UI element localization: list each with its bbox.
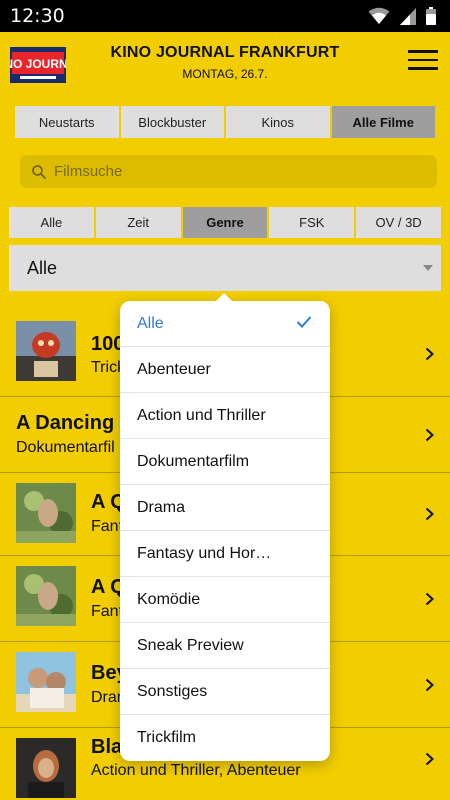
filter-tab-genre[interactable]: Genre (182, 207, 268, 238)
search-icon (32, 164, 46, 179)
option-label: Drama (137, 498, 186, 516)
filter-tabs: Alle Zeit Genre FSK OV / 3D (9, 207, 441, 238)
option-label: Fantasy und Hor… (137, 544, 272, 562)
tab-kinos[interactable]: Kinos (226, 106, 330, 138)
filter-tab-zeit[interactable]: Zeit (95, 207, 181, 238)
genre-option-dokumentarfilm[interactable]: Dokumentarfilm (120, 439, 330, 485)
page-title: KINO JOURNAL FRANKFURT (110, 44, 340, 61)
battery-icon (426, 7, 436, 25)
genre-option-komoedie[interactable]: Komödie (120, 577, 330, 623)
status-time: 12:30 (10, 5, 65, 27)
genre-option-action-und-thriller[interactable]: Action und Thriller (120, 393, 330, 439)
movie-genre: Action und Thriller, Abenteuer (91, 762, 301, 779)
movie-poster (16, 652, 76, 712)
chevron-right-icon (425, 678, 434, 692)
genre-option-fantasy-und-horror[interactable]: Fantasy und Hor… (120, 531, 330, 577)
signal-icon (400, 7, 416, 25)
option-label: Abenteuer (137, 360, 211, 378)
option-label: Trickfilm (137, 729, 196, 746)
tab-blockbuster[interactable]: Blockbuster (120, 106, 224, 138)
chevron-right-icon (425, 347, 434, 361)
chevron-right-icon (425, 752, 434, 766)
movie-genre: Fant (91, 603, 124, 620)
genre-dropdown: Alle Abenteuer Action und Thriller Dokum… (120, 293, 330, 761)
option-label: Alle (137, 314, 164, 332)
tab-neustarts[interactable]: Neustarts (15, 106, 119, 138)
chevron-right-icon (425, 592, 434, 606)
title-block: KINO JOURNAL FRANKFURT MONTAG, 26.7. (0, 44, 450, 81)
movie-genre: Fant (91, 518, 124, 535)
filter-tab-ov-3d[interactable]: OV / 3D (356, 207, 441, 238)
option-label: Komödie (137, 590, 201, 608)
wifi-icon (368, 7, 390, 24)
search-input[interactable] (52, 162, 416, 181)
movie-title: A Dancing (16, 412, 115, 434)
movie-poster (16, 321, 76, 381)
chevron-right-icon (425, 428, 434, 442)
genre-option-abenteuer[interactable]: Abenteuer (120, 347, 330, 393)
option-label: Sonstiges (137, 682, 208, 700)
genre-select-value: Alle (27, 257, 58, 278)
genre-select[interactable]: Alle (9, 245, 441, 291)
genre-option-trickfilm[interactable]: Trickfilm (120, 715, 330, 761)
option-label: Action und Thriller (137, 406, 266, 424)
search-bar (20, 155, 437, 188)
movie-poster (16, 566, 76, 626)
app-header: KINO JOURNAL KINO JOURNAL FRANKFURT MONT… (0, 32, 450, 100)
filter-tab-alle[interactable]: Alle (9, 207, 94, 238)
tab-alle-filme[interactable]: Alle Filme (331, 106, 435, 138)
genre-option-drama[interactable]: Drama (120, 485, 330, 531)
genre-option-sonstiges[interactable]: Sonstiges (120, 669, 330, 715)
status-bar: 12:30 (0, 0, 450, 32)
movie-poster (16, 483, 76, 543)
option-label: Sneak Preview (137, 636, 244, 654)
movie-poster (16, 738, 76, 798)
main-tabs: Neustarts Blockbuster Kinos Alle Filme (15, 106, 435, 138)
movie-genre: Dokumentarfil (16, 439, 115, 456)
option-label: Dokumentarfilm (137, 452, 250, 470)
genre-option-sneak-preview[interactable]: Sneak Preview (120, 623, 330, 669)
chevron-right-icon (425, 507, 434, 521)
checkmark-icon (296, 316, 312, 328)
hamburger-menu-icon[interactable] (408, 50, 438, 74)
genre-option-alle[interactable]: Alle (120, 301, 330, 347)
filter-tab-fsk[interactable]: FSK (269, 207, 355, 238)
page-date: MONTAG, 26.7. (182, 67, 268, 81)
chevron-down-icon (423, 265, 433, 271)
status-icons (368, 7, 436, 25)
